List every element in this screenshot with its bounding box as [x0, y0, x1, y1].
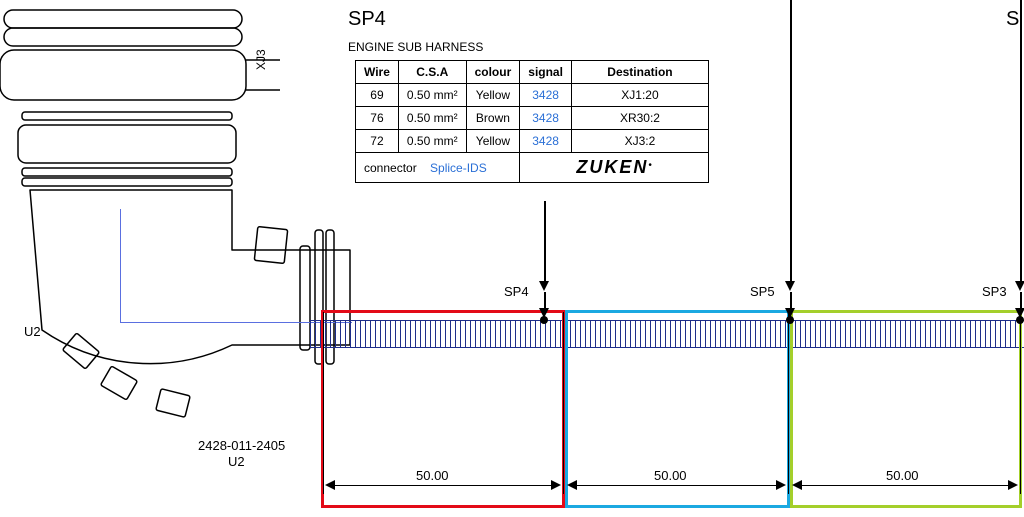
- dimension-1-rule: [335, 485, 551, 486]
- callout-leader-sp5: [790, 0, 792, 282]
- callout-arrowhead-sp3: [1015, 281, 1024, 291]
- callout-arrowhead-sp5: [785, 281, 795, 291]
- table-row: 69 0.50 mm² Yellow 3428 XJ1:20: [356, 84, 709, 107]
- ext-line-4: [1020, 312, 1021, 494]
- zuken-logo-mark: •: [648, 160, 652, 171]
- splice-block-subtitle: ENGINE SUB HARNESS: [348, 40, 483, 54]
- table-row: 76 0.50 mm² Brown 3428 XR30:2: [356, 107, 709, 130]
- cell-csa: 0.50 mm²: [398, 84, 466, 107]
- table-footer-row: connector Splice-IDS ZUKEN•: [356, 153, 709, 183]
- connector-side-label: XJ3: [254, 49, 268, 70]
- connector-part-number: 2428-011-2405: [198, 438, 285, 453]
- splice-label-sp5: SP5: [750, 284, 775, 299]
- cell-signal[interactable]: 3428: [520, 107, 572, 130]
- splice-block-title-clipped: S: [1006, 8, 1019, 31]
- dimension-1-value: 50.00: [416, 468, 449, 483]
- splice-label-sp4: SP4: [504, 284, 529, 299]
- cell-wire: 72: [356, 130, 399, 153]
- cell-dest: XR30:2: [571, 107, 708, 130]
- footer-cell-logo: ZUKEN•: [520, 153, 709, 183]
- cell-csa: 0.50 mm²: [398, 130, 466, 153]
- dimension-2-rule: [577, 485, 776, 486]
- ext-line-1: [323, 312, 324, 494]
- footer-link[interactable]: Splice-IDS: [430, 161, 487, 175]
- cell-signal[interactable]: 3428: [520, 84, 572, 107]
- cell-colour: Yellow: [466, 84, 520, 107]
- cell-colour: Yellow: [466, 130, 520, 153]
- col-dest: Destination: [571, 61, 708, 84]
- callout-arrowhead-sp4: [539, 281, 549, 291]
- dimension-2-value: 50.00: [654, 468, 687, 483]
- datum-vertical: [120, 209, 121, 322]
- ext-line-3: [788, 312, 789, 494]
- cell-colour: Brown: [466, 107, 520, 130]
- dimension-2-cap-left: [567, 480, 577, 490]
- callout-leader-sp4: [544, 201, 546, 281]
- cell-dest: XJ3:2: [571, 130, 708, 153]
- callout-arrowhead-sp3b: [1015, 308, 1024, 318]
- ext-line-2: [563, 312, 564, 494]
- footer-label: connector: [364, 161, 417, 175]
- col-colour: colour: [466, 61, 520, 84]
- connector-refdes-bottom: U2: [228, 454, 245, 469]
- splice-label-sp3: SP3: [982, 284, 1007, 299]
- zuken-logo: ZUKEN: [576, 157, 648, 177]
- footer-cell-left: connector Splice-IDS: [356, 153, 520, 183]
- cell-signal[interactable]: 3428: [520, 130, 572, 153]
- callout-arrowhead-sp4b: [539, 308, 549, 318]
- dimension-3-cap-right: [1008, 480, 1018, 490]
- col-csa: C.S.A: [398, 61, 466, 84]
- dimension-3-rule: [802, 485, 1008, 486]
- dimension-3-value: 50.00: [886, 468, 919, 483]
- connector-refdes-left: U2: [24, 324, 41, 339]
- splice-wire-table: Wire C.S.A colour signal Destination 69 …: [355, 60, 709, 183]
- dimension-1-cap-left: [325, 480, 335, 490]
- callout-arrowhead-sp5b: [785, 308, 795, 318]
- connector-drawing: [0, 0, 360, 470]
- col-signal: signal: [520, 61, 572, 84]
- dimension-3-cap-left: [792, 480, 802, 490]
- table-header-row: Wire C.S.A colour signal Destination: [356, 61, 709, 84]
- cell-wire: 76: [356, 107, 399, 130]
- table-row: 72 0.50 mm² Yellow 3428 XJ3:2: [356, 130, 709, 153]
- cell-csa: 0.50 mm²: [398, 107, 466, 130]
- dimension-1-cap-right: [551, 480, 561, 490]
- dimension-2-cap-right: [776, 480, 786, 490]
- col-wire: Wire: [356, 61, 399, 84]
- cell-wire: 69: [356, 84, 399, 107]
- callout-leader-sp3: [1020, 0, 1022, 282]
- splice-block-title: SP4: [348, 8, 386, 31]
- cell-dest: XJ1:20: [571, 84, 708, 107]
